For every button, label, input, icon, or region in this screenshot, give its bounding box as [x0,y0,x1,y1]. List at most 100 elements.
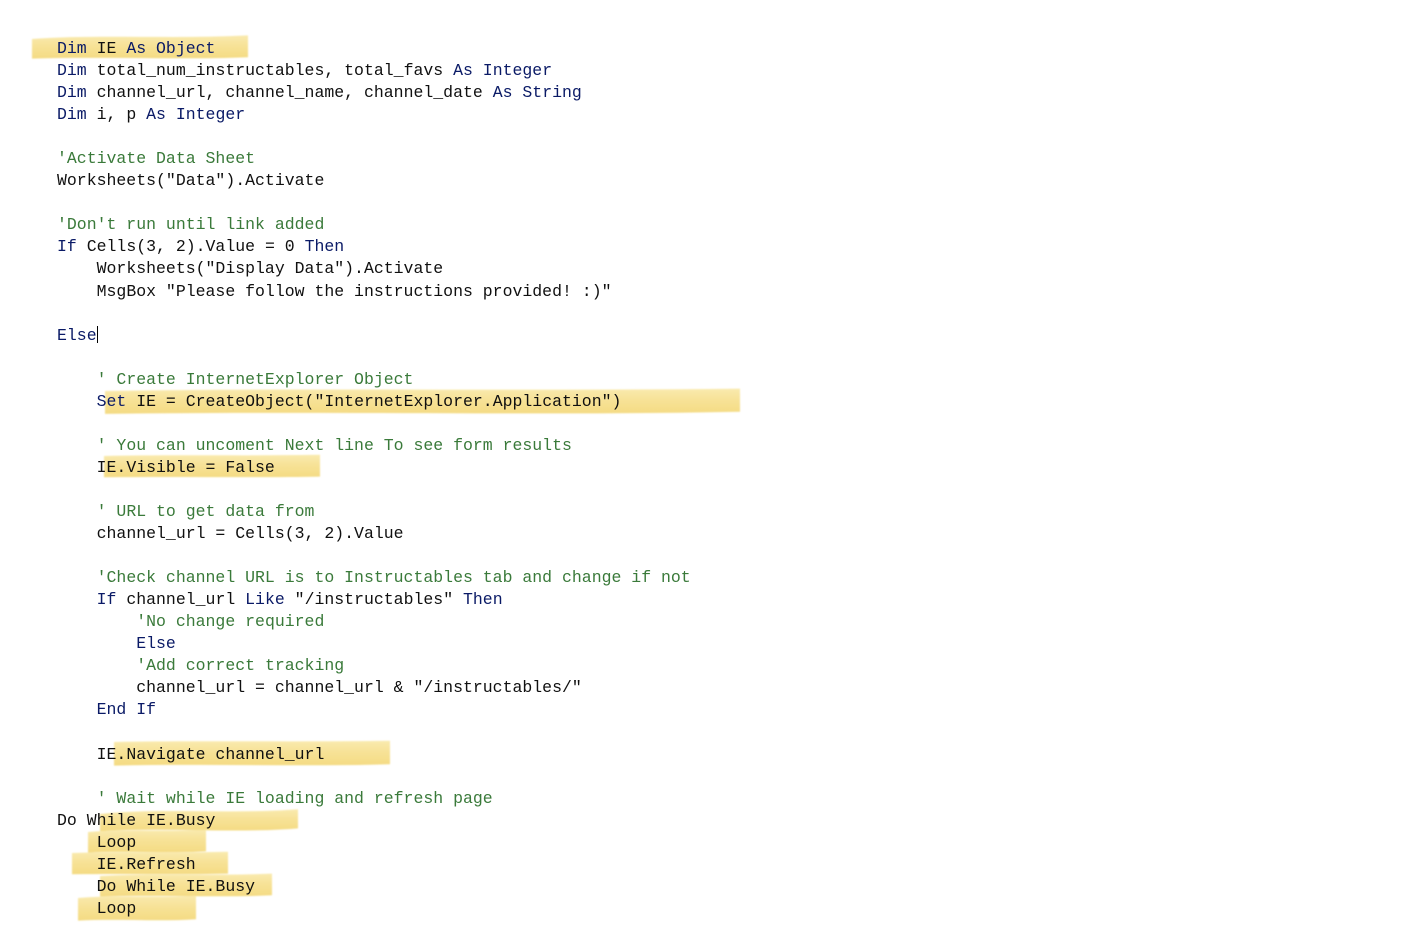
code-comment: 'Add correct tracking [136,656,345,676]
code-text: IE [86,39,127,58]
code-keyword: If [57,237,77,257]
code-text: Worksheets("Display Data").Activate [96,259,444,279]
code-text: IE.Visible = False [96,457,275,477]
code-line: channel_url = Cells(3, 2).Value [57,523,691,545]
code-comment: ' URL to get data from [96,501,315,521]
code-comment: ' You can uncoment Next line To see form… [96,435,572,455]
code-keyword: Set [96,391,127,411]
code-text: Loop [96,898,137,918]
code-text: total_num_instructables, total_favs [86,61,454,81]
code-text: MsgBox "Please follow the instructions p… [96,281,612,301]
code-text: Cells(3, 2).Value = 0 [76,237,305,257]
code-keyword: Then [304,237,345,257]
code-comment: ' Create InternetExplorer Object [96,369,414,389]
code-comment: 'No change required [136,612,325,632]
code-keyword: As Integer [453,61,553,81]
code-line: 'Check channel URL is to Instructables t… [57,567,691,589]
code-text: "/instructables" [284,590,463,610]
code-keyword: Else [136,634,176,654]
code-keyword: Else [57,325,97,345]
code-text: Do While IE.Busy [57,810,216,830]
code-line: ' Wait while IE loading and refresh page [57,788,691,810]
vba-code-block: Dim IE As Object Dim total_num_instructab… [0,0,691,920]
code-line: 'No change required [57,611,691,633]
code-text: channel_url [116,590,246,610]
code-line: Dim total_num_instructables, total_favs … [57,60,691,82]
code-keyword: As String [492,83,582,103]
code-keyword: Dim [57,39,87,58]
code-line: 'Activate Data Sheet [57,148,691,170]
code-keyword: Dim [57,105,87,125]
code-line: Do While IE.Busy [57,876,691,898]
code-line: 'Don't run until link added [57,214,691,236]
code-text: Loop [96,832,137,852]
code-line: Set IE = CreateObject("InternetExplorer.… [57,391,691,413]
code-line: MsgBox "Please follow the instructions p… [57,281,691,303]
code-keyword: As Object [126,39,216,58]
code-line: ' URL to get data from [57,501,691,523]
code-line: Else [57,633,691,655]
code-line: Else [57,325,691,347]
code-line: Dim IE As Object [57,38,691,60]
code-comment: 'Activate Data Sheet [57,149,256,169]
code-line: Worksheets("Data").Activate [57,170,691,192]
code-line: channel_url = channel_url & "/instructab… [57,677,691,699]
code-comment: ' Wait while IE loading and refresh page [96,788,493,808]
code-line: IE.Navigate channel_url [57,744,691,766]
code-keyword: Dim [57,83,87,103]
code-snippet-surface: Dim IE As Object Dim total_num_instructab… [0,0,1411,936]
code-keyword: End If [96,700,157,720]
code-text: IE = CreateObject("InternetExplorer.Appl… [126,391,622,411]
code-comment: 'Don't run until link added [57,215,325,235]
code-line: ' Create InternetExplorer Object [57,369,691,391]
code-line: 'Add correct tracking [57,655,691,677]
code-line: Worksheets("Display Data").Activate [57,258,691,280]
text-caret [96,325,98,343]
code-keyword: Like [245,590,285,610]
code-keyword: As Integer [146,105,246,125]
code-text: Worksheets("Data").Activate [57,171,325,191]
code-text: channel_url, channel_name, channel_date [86,83,493,103]
code-line: If channel_url Like "/instructables" The… [57,589,691,611]
code-keyword: If [96,590,117,610]
code-line: IE.Refresh [57,854,691,876]
code-line: Loop [57,832,691,854]
code-text: i, p [86,105,147,125]
code-line: Loop [57,898,691,920]
code-line: ' You can uncoment Next line To see form… [57,435,691,457]
code-line: Do While IE.Busy [57,810,691,832]
code-line: End If [57,699,691,721]
code-keyword: Dim [57,61,87,81]
code-line: Dim channel_url, channel_name, channel_d… [57,82,691,104]
code-text: channel_url = channel_url & "/instructab… [136,678,582,698]
code-text: channel_url = Cells(3, 2).Value [96,524,404,544]
code-line: IE.Visible = False [57,457,691,479]
code-line: Dim i, p As Integer [57,104,691,126]
